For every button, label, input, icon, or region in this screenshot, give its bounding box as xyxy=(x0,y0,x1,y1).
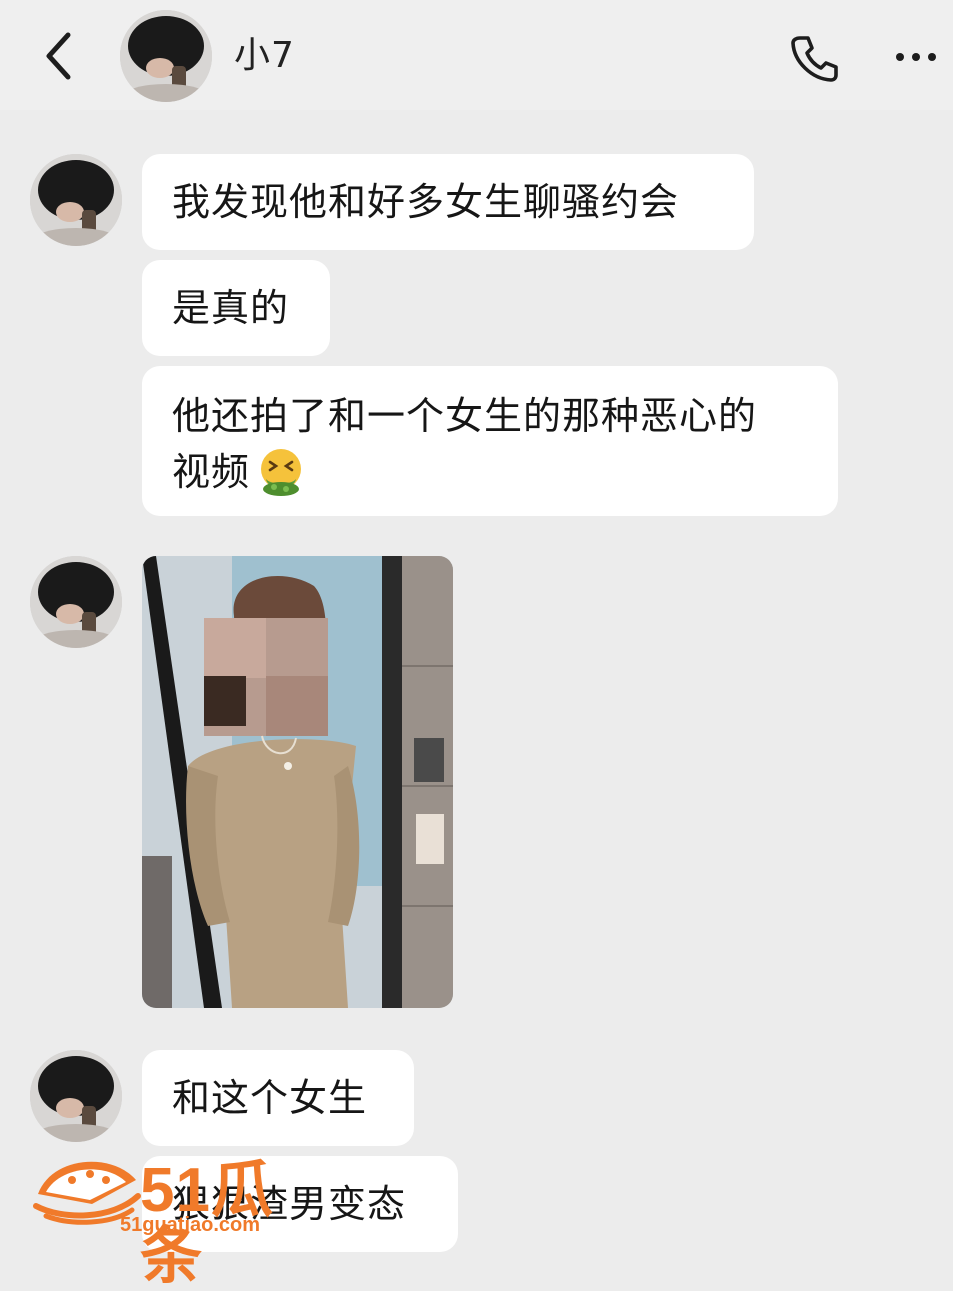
nauseated-face-icon xyxy=(261,449,302,496)
chat-header: 小7 xyxy=(0,0,953,110)
watermelon-logo-icon xyxy=(33,1161,141,1225)
avatar-image xyxy=(120,10,212,102)
more-options-button[interactable] xyxy=(884,32,948,82)
message-bubble[interactable]: 狠狠渣男变态 xyxy=(142,1156,458,1252)
back-button[interactable] xyxy=(34,28,84,84)
avatar-image xyxy=(30,1050,122,1142)
message-text: 我发现他和好多女生聊骚约会 xyxy=(172,180,680,224)
more-dot xyxy=(896,53,904,61)
message-text: 和这个女生 xyxy=(172,1076,368,1120)
message-bubble[interactable]: 我发现他和好多女生聊骚约会 xyxy=(142,154,754,250)
message-bubble[interactable]: 和这个女生 xyxy=(142,1050,414,1146)
photo-image xyxy=(142,556,453,1008)
call-button[interactable] xyxy=(784,28,844,88)
sender-avatar[interactable] xyxy=(30,1050,122,1142)
sender-avatar[interactable] xyxy=(30,556,122,648)
avatar-image xyxy=(30,556,122,648)
message-text-line-2: 视频 xyxy=(172,444,808,500)
chevron-left-icon xyxy=(46,32,71,80)
message-bubble[interactable]: 是真的 xyxy=(142,260,330,356)
contact-avatar[interactable] xyxy=(120,10,212,102)
contact-name: 小7 xyxy=(234,35,295,76)
sender-avatar[interactable] xyxy=(30,154,122,246)
phone-icon xyxy=(791,36,838,82)
message-text: 视频 xyxy=(172,450,251,494)
message-bubble[interactable]: 他还拍了和一个女生的那种恶心的 视频 xyxy=(142,366,838,516)
more-dot xyxy=(912,53,920,61)
message-text-line: 他还拍了和一个女生的那种恶心的 xyxy=(172,394,758,438)
message-image[interactable] xyxy=(142,556,453,1008)
more-dot xyxy=(928,53,936,61)
message-text: 是真的 xyxy=(172,286,290,330)
message-text: 狠狠渣男变态 xyxy=(172,1182,407,1226)
avatar-image xyxy=(30,154,122,246)
